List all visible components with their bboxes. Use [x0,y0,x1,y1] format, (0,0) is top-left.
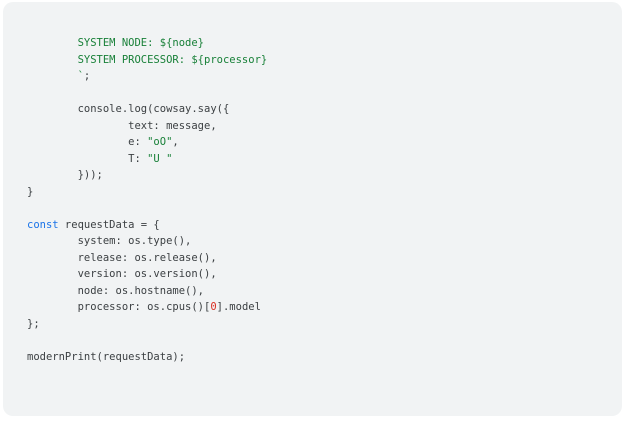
code-line: `; [27,68,267,85]
code-line: }; [27,316,267,333]
code-line: SYSTEM NODE: ${node} [27,35,267,52]
code-token-str: SYSTEM PROCESSOR: ${processor} [27,53,268,66]
code-line: release: os.release(), [27,250,267,267]
code-line: T: "U " [27,151,267,168]
code-token-plain: version: os.version(), [27,268,217,280]
code-block: SYSTEM NODE: ${node} SYSTEM PROCESSOR: $… [3,2,622,416]
code-line: SYSTEM PROCESSOR: ${processor} [27,52,268,69]
code-line: console.log(cowsay.say({ [27,101,267,118]
code-token-plain: system: os.type(), [27,235,192,247]
code-token-plain: node: os.hostname(), [27,284,205,297]
code-token-plain: ; [83,70,91,82]
code-token-str: "U " [147,152,173,165]
code-token-str: ` [27,70,84,82]
code-line: modernPrint(requestData); [27,349,267,366]
code-token-plain: T: [27,152,148,165]
code-token-str: SYSTEM NODE: ${node} [27,37,205,49]
code-token-plain: e: [27,136,148,148]
code-token-plain: modernPrint(requestData); [27,350,186,363]
code-token-plain: })); [27,169,103,181]
code-line: version: os.version(), [27,266,267,283]
code-line: })); [27,167,267,184]
code-token-str: "oO" [147,136,173,148]
code-token-plain: text: message, [27,119,217,132]
code-line: system: os.type(), [27,233,267,250]
code-token-plain: , [172,136,179,148]
code-token-plain: processor: os.cpus()[ [27,301,211,313]
code-line: node: os.hostname(), [27,283,267,300]
code-line: text: message, [27,118,267,135]
code-line: e: "oO", [27,134,267,151]
code-line: processor: os.cpus()[0].model [27,299,267,316]
code-line: } [27,184,267,201]
code-token-plain: requestData = { [58,218,160,231]
code-token-plain: console.log(cowsay.say({ [27,103,230,115]
code-token-plain: ].model [216,301,261,313]
code-token-kw: const [27,218,59,231]
code-token-plain: release: os.release(), [27,251,217,264]
code-line: const requestData = { [27,217,267,234]
code-token-plain: }; [27,317,40,330]
code-content: SYSTEM NODE: ${node} SYSTEM PROCESSOR: $… [27,35,267,365]
code-token-plain: } [27,185,34,198]
